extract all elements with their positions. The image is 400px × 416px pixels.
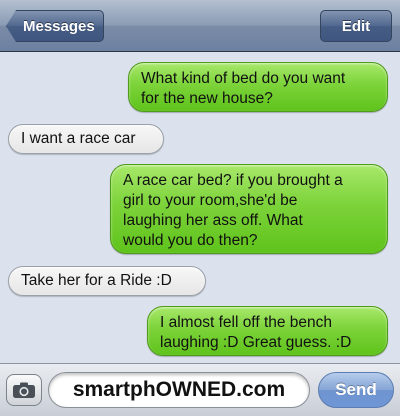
message-line: I almost fell off the bench — [160, 314, 333, 331]
send-button[interactable]: Send — [318, 372, 394, 408]
message-input-text: smartphOWNED.com — [72, 378, 286, 401]
camera-button[interactable] — [6, 374, 42, 406]
composer-bar: smartphOWNED.com Send — [0, 363, 400, 416]
message-line: A race car bed? if you brought a — [123, 172, 343, 189]
back-button-label: Messages — [23, 17, 95, 35]
message-line: Take her for a Ride :D — [21, 272, 172, 289]
send-button-label: Send — [335, 380, 377, 399]
message-input[interactable]: smartphOWNED.com — [48, 372, 310, 408]
message-bubble-received: I want a race car — [8, 124, 164, 154]
message-line: girl to your room,she'd be — [123, 192, 298, 209]
message-line: laughing :D Great guess. :D — [160, 334, 352, 351]
back-to-messages-button[interactable]: Messages — [6, 10, 104, 42]
message-bubble-sent: A race car bed? if you brought a girl to… — [110, 164, 388, 254]
navigation-bar: Messages Edit — [0, 0, 400, 52]
message-line: would you do then? — [123, 232, 258, 249]
message-bubble-sent: What kind of bed do you want for the new… — [128, 62, 388, 112]
edit-button-label: Edit — [341, 17, 371, 35]
message-line: laughing her ass off. What — [123, 212, 303, 229]
message-line: I want a race car — [21, 130, 136, 147]
edit-button[interactable]: Edit — [320, 10, 392, 42]
camera-icon — [13, 382, 35, 398]
message-line: What kind of bed do you want — [141, 70, 346, 87]
message-line: for the new house? — [141, 90, 273, 107]
message-thread: What kind of bed do you want for the new… — [0, 53, 400, 363]
message-bubble-sent: I almost fell off the bench laughing :D … — [147, 306, 388, 356]
message-bubble-received: Take her for a Ride :D — [8, 266, 206, 296]
